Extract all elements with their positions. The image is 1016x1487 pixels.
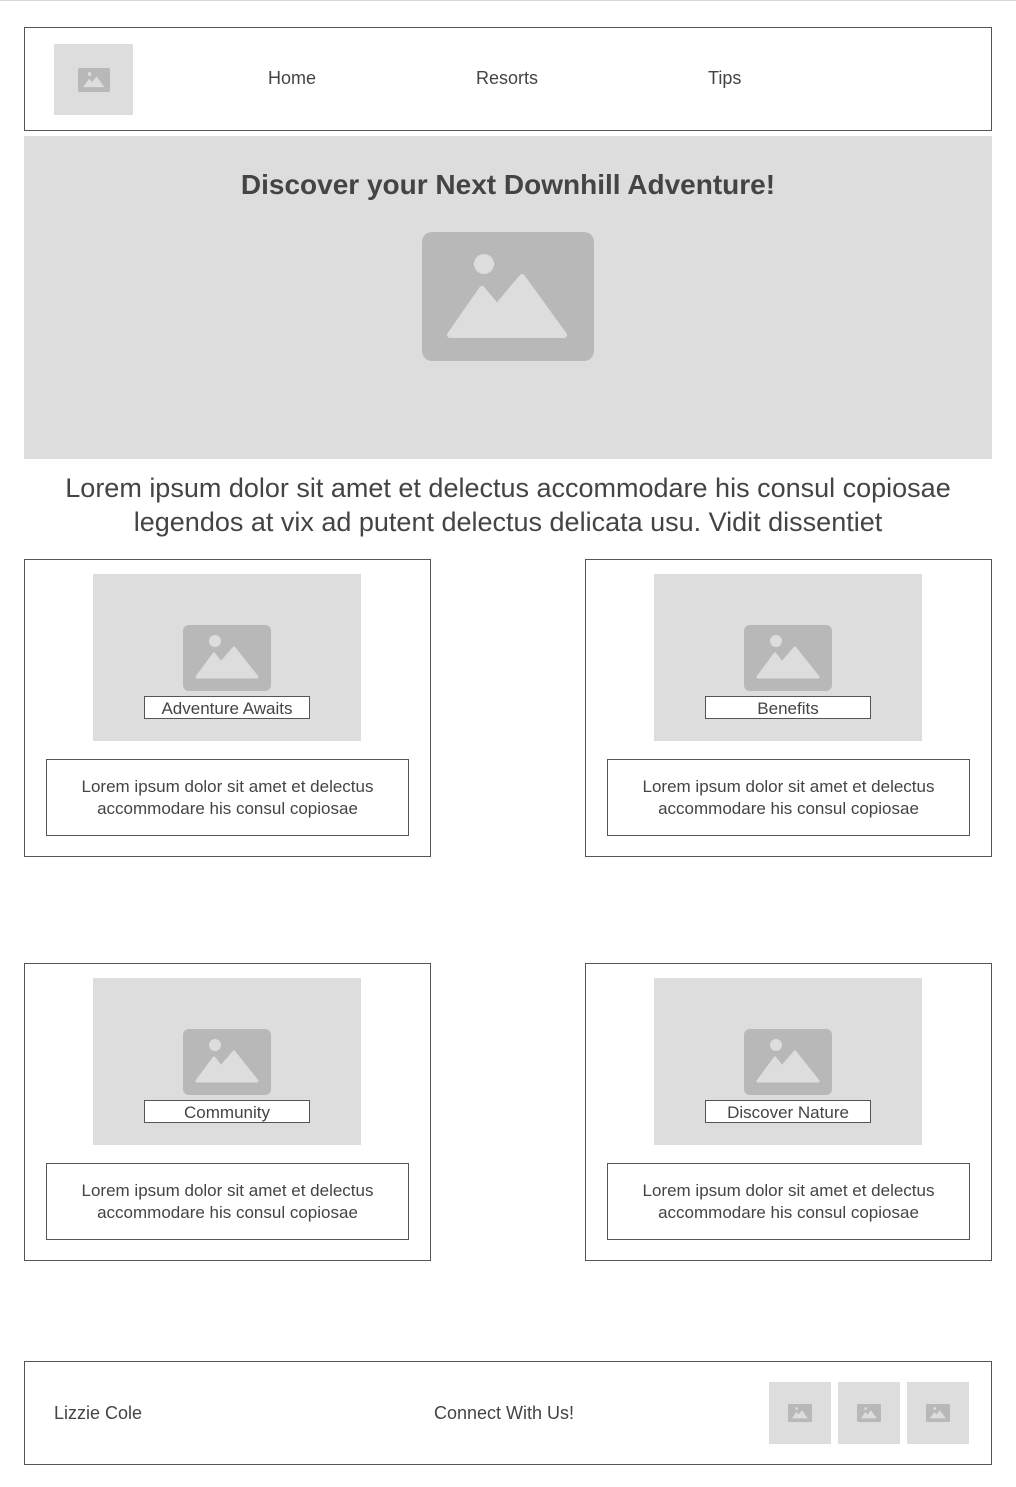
social-link-2[interactable] [838, 1382, 900, 1444]
image-placeholder-icon [422, 232, 594, 361]
card-image: Benefits [654, 574, 922, 741]
hero-title: Discover your Next Downhill Adventure! [240, 169, 776, 200]
nav-resorts-link[interactable]: Resorts [476, 68, 538, 89]
card-description: Lorem ipsum dolor sit amet et delectus a… [607, 759, 970, 836]
image-placeholder-icon [77, 67, 110, 92]
card-label-button[interactable]: Adventure Awaits [144, 696, 310, 719]
feature-card: Adventure Awaits Lorem ipsum dolor sit a… [24, 559, 431, 857]
nav-tips-link[interactable]: Tips [708, 68, 741, 89]
card-label-button[interactable]: Community [144, 1100, 310, 1123]
footer-author: Lizzie Cole [54, 1403, 143, 1423]
footer-connect-text: Connect With Us! [434, 1403, 575, 1423]
hero-section: Discover your Next Downhill Adventure! [24, 136, 992, 459]
card-image: Community [93, 978, 361, 1145]
logo[interactable] [54, 44, 133, 115]
card-label-button[interactable]: Discover Nature [705, 1100, 871, 1123]
image-placeholder-icon [183, 1029, 271, 1095]
intro-text: Lorem ipsum dolor sit amet et delectus a… [65, 473, 951, 537]
card-description: Lorem ipsum dolor sit amet et delectus a… [607, 1163, 970, 1240]
card-label-button[interactable]: Benefits [705, 696, 871, 719]
card-description: Lorem ipsum dolor sit amet et delectus a… [46, 759, 409, 836]
social-link-3[interactable] [907, 1382, 969, 1444]
image-placeholder-icon [857, 1404, 881, 1422]
image-placeholder-icon [744, 1029, 832, 1095]
image-placeholder-icon [926, 1404, 950, 1422]
image-placeholder-icon [744, 625, 832, 691]
social-link-1[interactable] [769, 1382, 831, 1444]
image-placeholder-icon [788, 1404, 812, 1422]
card-image: Adventure Awaits [93, 574, 361, 741]
card-image: Discover Nature [654, 978, 922, 1145]
feature-card: Community Lorem ipsum dolor sit amet et … [24, 963, 431, 1261]
top-divider [0, 0, 1016, 1]
feature-card: Benefits Lorem ipsum dolor sit amet et d… [585, 559, 992, 857]
image-placeholder-icon [183, 625, 271, 691]
site-footer: Lizzie Cole Connect With Us! [24, 1361, 992, 1465]
site-header: Home Resorts Tips [24, 27, 992, 131]
card-description: Lorem ipsum dolor sit amet et delectus a… [46, 1163, 409, 1240]
nav-home-link[interactable]: Home [268, 68, 316, 89]
feature-card: Discover Nature Lorem ipsum dolor sit am… [585, 963, 992, 1261]
